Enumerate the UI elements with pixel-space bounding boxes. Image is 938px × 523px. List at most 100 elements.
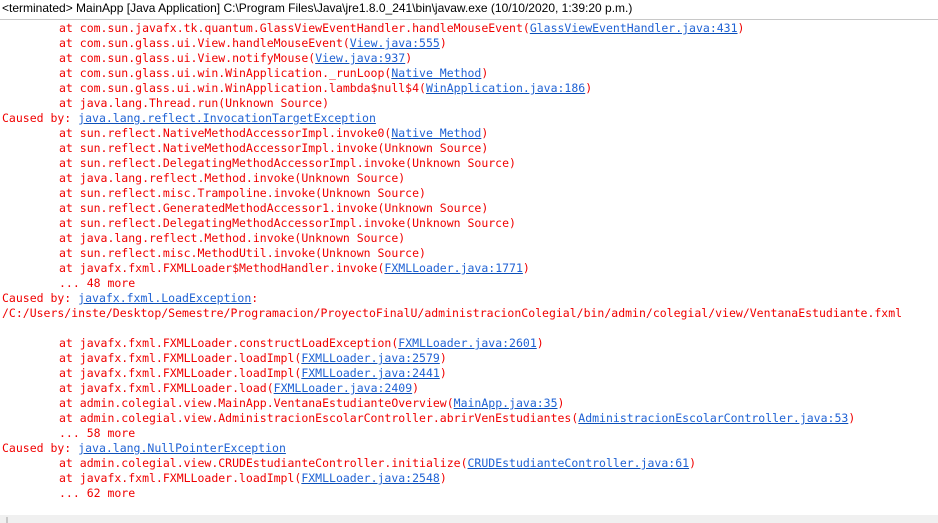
console-line: at java.lang.Thread.run(Unknown Source) [2,96,902,111]
console-text: at com.sun.glass.ui.View.notifyMouse( [59,51,316,65]
console-line: at admin.colegial.view.AdministracionEsc… [2,411,902,426]
source-link[interactable]: Native Method [391,66,481,80]
console-line: at sun.reflect.misc.Trampoline.invoke(Un… [2,186,902,201]
console-text: ) [412,381,420,395]
console-text: at sun.reflect.misc.MethodUtil.invoke(Un… [59,246,426,260]
console-title: <terminated> MainApp [Java Application] … [2,1,633,15]
console-lines: at com.sun.javafx.tk.quantum.GlassViewEv… [2,21,902,501]
console-text: at javafx.fxml.FXMLLoader$MethodHandler.… [59,261,385,275]
console-header: <terminated> MainApp [Java Application] … [0,0,938,20]
console-line: at javafx.fxml.FXMLLoader$MethodHandler.… [2,261,902,276]
console-line: at sun.reflect.GeneratedMethodAccessor1.… [2,201,902,216]
console-line: at admin.colegial.view.CRUDEstudianteCon… [2,456,902,471]
console-text: at sun.reflect.DelegatingMethodAccessorI… [59,156,516,170]
console-line: at java.lang.reflect.Method.invoke(Unkno… [2,231,902,246]
console-text: at javafx.fxml.FXMLLoader.load( [59,381,274,395]
source-link[interactable]: View.java:937 [315,51,405,65]
console-text: at java.lang.reflect.Method.invoke(Unkno… [59,231,406,245]
source-link[interactable]: FXMLLoader.java:2601 [398,336,536,350]
console-text: at sun.reflect.NativeMethodAccessorImpl.… [59,126,392,140]
source-link[interactable]: CRUDEstudianteController.java:61 [468,456,690,470]
console-text: at sun.reflect.NativeMethodAccessorImpl.… [59,141,489,155]
console-line: Caused by: java.lang.NullPointerExceptio… [2,441,902,456]
source-link[interactable]: java.lang.reflect.InvocationTargetExcept… [78,111,376,125]
console-line: /C:/Users/inste/Desktop/Semestre/Program… [2,306,902,321]
console-text: /C:/Users/inste/Desktop/Semestre/Program… [2,306,903,320]
console-text: ) [405,51,413,65]
source-link[interactable]: javafx.fxml.LoadException [78,291,251,305]
console-text: at javafx.fxml.FXMLLoader.loadImpl( [59,351,302,365]
console-line: at javafx.fxml.FXMLLoader.loadImpl(FXMLL… [2,351,902,366]
source-link[interactable]: View.java:555 [350,36,440,50]
console-line: Caused by: javafx.fxml.LoadException: [2,291,902,306]
horizontal-scrollbar[interactable] [0,515,938,523]
console-text: at admin.colegial.view.AdministracionEsc… [59,411,579,425]
console-text: at sun.reflect.misc.Trampoline.invoke(Un… [59,186,426,200]
source-link[interactable]: FXMLLoader.java:1771 [384,261,522,275]
source-link[interactable]: FXMLLoader.java:2409 [274,381,412,395]
source-link[interactable]: Native Method [391,126,481,140]
console-line: at javafx.fxml.FXMLLoader.constructLoadE… [2,336,902,351]
console-text: at javafx.fxml.FXMLLoader.loadImpl( [59,471,302,485]
console-line: at java.lang.reflect.Method.invoke(Unkno… [2,171,902,186]
console-text: ) [848,411,856,425]
console-text: at sun.reflect.DelegatingMethodAccessorI… [59,216,516,230]
console-text: ) [557,396,565,410]
console-text: ) [689,456,696,470]
console-line: at com.sun.glass.ui.win.WinApplication._… [2,66,902,81]
console-line: ... 62 more [2,486,902,501]
console-line: at sun.reflect.NativeMethodAccessorImpl.… [2,141,902,156]
console-text: Caused by: [2,441,79,455]
console-text: ) [522,261,530,275]
console-text: ) [481,126,489,140]
console-line: ... 48 more [2,276,902,291]
source-link[interactable]: FXMLLoader.java:2579 [301,351,439,365]
console-text: ) [536,336,544,350]
source-link[interactable]: java.lang.NullPointerException [78,441,286,455]
console-line: at com.sun.glass.ui.View.handleMouseEven… [2,36,902,51]
console-text: at com.sun.glass.ui.win.WinApplication.l… [59,81,426,95]
console-text: at admin.colegial.view.MainApp.VentanaEs… [59,396,454,410]
console-text: : [251,291,259,305]
console-text: at sun.reflect.GeneratedMethodAccessor1.… [59,201,489,215]
console-line: ... 58 more [2,426,902,441]
console-text: ) [585,81,593,95]
source-link[interactable]: WinApplication.java:186 [426,81,585,95]
console-text: at com.sun.javafx.tk.quantum.GlassViewEv… [59,21,530,35]
console-text: ... 62 more [59,486,136,500]
console-text: at java.lang.reflect.Method.invoke(Unkno… [59,171,406,185]
console-text: ) [439,471,447,485]
console-text: at com.sun.glass.ui.win.WinApplication._… [59,66,392,80]
source-link[interactable]: FXMLLoader.java:2548 [301,471,439,485]
console-text: ) [439,351,447,365]
console-text: ) [439,366,447,380]
console-line: at com.sun.glass.ui.View.notifyMouse(Vie… [2,51,902,66]
console-text: ... 48 more [59,276,136,290]
console-line: at com.sun.glass.ui.win.WinApplication.l… [2,81,902,96]
console-text: at java.lang.Thread.run(Unknown Source) [59,96,330,110]
console-line: at com.sun.javafx.tk.quantum.GlassViewEv… [2,21,902,36]
console-line: at javafx.fxml.FXMLLoader.load(FXMLLoade… [2,381,902,396]
console-text: ) [439,36,447,50]
console-text: at admin.colegial.view.CRUDEstudianteCon… [59,456,468,470]
console-line: Caused by: java.lang.reflect.InvocationT… [2,111,902,126]
console-text: Caused by: [2,291,79,305]
source-link[interactable]: MainApp.java:35 [454,396,558,410]
source-link[interactable]: FXMLLoader.java:2441 [301,366,439,380]
source-link[interactable]: AdministracionEscolarController.java:53 [578,411,848,425]
console-line: at sun.reflect.misc.MethodUtil.invoke(Un… [2,246,902,261]
console-text: at com.sun.glass.ui.View.handleMouseEven… [59,36,350,50]
source-link[interactable]: GlassViewEventHandler.java:431 [530,21,738,35]
console-text: ... 58 more [59,426,136,440]
console-text: at javafx.fxml.FXMLLoader.loadImpl( [59,366,302,380]
console-line: at admin.colegial.view.MainApp.VentanaEs… [2,396,902,411]
console-text: ) [737,21,745,35]
console-output[interactable]: at com.sun.javafx.tk.quantum.GlassViewEv… [0,21,938,515]
console-line: at sun.reflect.NativeMethodAccessorImpl.… [2,126,902,141]
scrollbar-thumb[interactable] [6,517,8,523]
console-line: at javafx.fxml.FXMLLoader.loadImpl(FXMLL… [2,471,902,486]
console-text: at javafx.fxml.FXMLLoader.constructLoadE… [59,336,399,350]
console-text: ) [481,66,489,80]
console-line: at javafx.fxml.FXMLLoader.loadImpl(FXMLL… [2,366,902,381]
